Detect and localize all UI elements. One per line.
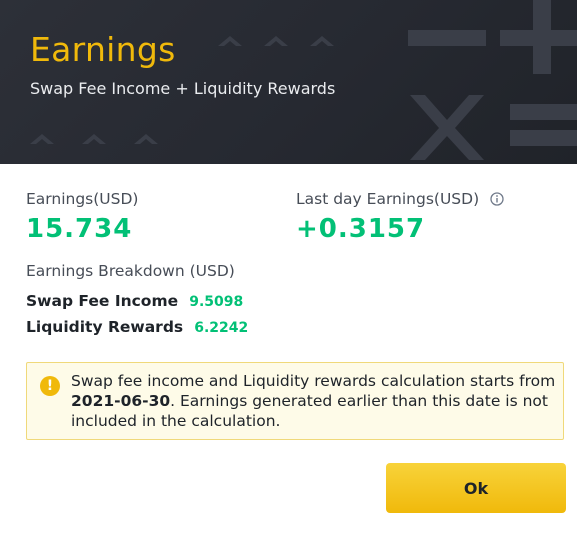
last-day-earnings-value: +0.3157 [296, 214, 426, 244]
breakdown-item-label: Liquidity Rewards [26, 318, 184, 336]
breakdown-item-value: 9.5098 [189, 294, 244, 310]
modal-title: Earnings [30, 30, 176, 69]
calculation-notice: ! Swap fee income and Liquidity rewards … [26, 362, 564, 440]
breakdown-item-label: Swap Fee Income [26, 292, 179, 310]
breakdown-item-liquidity-rewards: Liquidity Rewards 6.2242 [26, 317, 248, 336]
info-icon[interactable] [490, 192, 504, 206]
notice-date: 2021-06-30 [71, 392, 171, 410]
ok-button[interactable]: Ok [386, 463, 566, 513]
modal-header: Earnings Swap Fee Income + Liquidity Rew… [0, 0, 577, 164]
notice-text: Swap fee income and Liquidity rewards ca… [71, 371, 557, 431]
modal-subtitle: Swap Fee Income + Liquidity Rewards [30, 79, 336, 98]
earnings-label: Earnings(USD) [26, 190, 139, 208]
last-day-earnings-heading: Last day Earnings(USD) [296, 190, 504, 208]
earnings-value: 15.734 [26, 214, 133, 244]
warning-icon: ! [40, 376, 60, 396]
notice-text-before: Swap fee income and Liquidity rewards ca… [71, 372, 556, 390]
breakdown-item-swap-fee: Swap Fee Income 9.5098 [26, 291, 243, 310]
breakdown-item-value: 6.2242 [194, 320, 249, 336]
last-day-earnings-label: Last day Earnings(USD) [296, 190, 480, 208]
breakdown-title: Earnings Breakdown (USD) [26, 262, 235, 280]
